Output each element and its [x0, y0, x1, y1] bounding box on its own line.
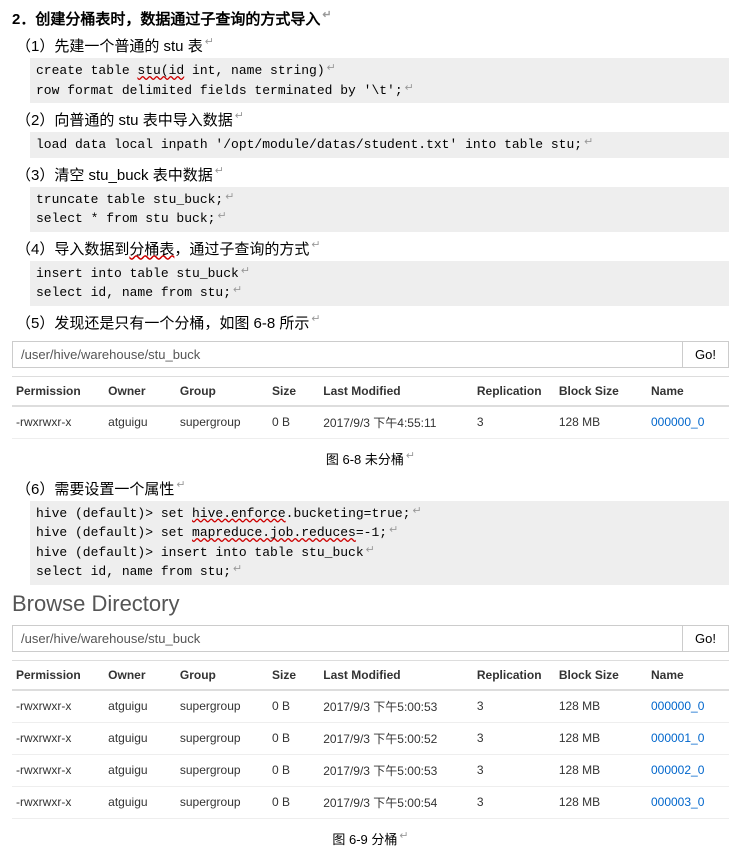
cell-mod: 2017/9/3 下午5:00:52 [319, 722, 473, 754]
cell-rep: 3 [473, 690, 555, 723]
cell-rep: 3 [473, 722, 555, 754]
path-bar-1: Go! [12, 341, 729, 368]
col-last-modified: Last Modified [319, 660, 473, 690]
main-heading: 2．创建分桶表时，数据通过子查询的方式导入↵ [12, 8, 729, 29]
go-button[interactable]: Go! [682, 342, 728, 367]
step-4: （4）导入数据到分桶表，通过子查询的方式↵ [12, 238, 729, 259]
col-permission: Permission [12, 660, 104, 690]
path-input[interactable] [13, 626, 682, 651]
col-name: Name [647, 660, 729, 690]
cell-group: supergroup [176, 722, 268, 754]
col-owner: Owner [104, 660, 176, 690]
cell-owner: atguigu [104, 722, 176, 754]
cell-perm: -rwxrwxr-x [12, 690, 104, 723]
cell-owner: atguigu [104, 690, 176, 723]
cell-bs: 128 MB [555, 754, 647, 786]
col-block-size: Block Size [555, 660, 647, 690]
cell-name: 000003_0 [647, 786, 729, 818]
cell-rep: 3 [473, 786, 555, 818]
col-replication: Replication [473, 660, 555, 690]
step-6: （6）需要设置一个属性↵ [12, 478, 729, 499]
cell-name: 000002_0 [647, 754, 729, 786]
col-group: Group [176, 660, 268, 690]
table-row: -rwxrwxr-xatguigusupergroup0 B2017/9/3 下… [12, 754, 729, 786]
step-1: （1）先建一个普通的 stu 表↵ [12, 35, 729, 56]
table-row: -rwxrwxr-xatguigusupergroup0 B2017/9/3 下… [12, 690, 729, 723]
file-table-2: Permission Owner Group Size Last Modifie… [12, 660, 729, 819]
cell-name: 000001_0 [647, 722, 729, 754]
file-link[interactable]: 000000_0 [651, 699, 704, 713]
cell-mod: 2017/9/3 下午5:00:53 [319, 754, 473, 786]
linebreak-mark: ↵ [322, 9, 331, 21]
cell-group: supergroup [176, 406, 268, 439]
cell-size: 0 B [268, 690, 319, 723]
code-block-1: create table stu(id int, name string)↵ r… [30, 58, 729, 103]
cell-perm: -rwxrwxr-x [12, 786, 104, 818]
col-owner: Owner [104, 376, 176, 406]
code-block-6: hive (default)> set hive.enforce.bucketi… [30, 501, 729, 585]
path-input[interactable] [13, 342, 682, 367]
cell-size: 0 B [268, 754, 319, 786]
col-size: Size [268, 376, 319, 406]
file-link[interactable]: 000000_0 [651, 415, 704, 429]
col-group: Group [176, 376, 268, 406]
path-bar-2: Go! [12, 625, 729, 652]
table-header: Permission Owner Group Size Last Modifie… [12, 376, 729, 406]
cell-bs: 128 MB [555, 406, 647, 439]
cell-mod: 2017/9/3 下午5:00:54 [319, 786, 473, 818]
col-name: Name [647, 376, 729, 406]
code-block-2: load data local inpath '/opt/module/data… [30, 132, 729, 158]
cell-perm: -rwxrwxr-x [12, 406, 104, 439]
cell-owner: atguigu [104, 754, 176, 786]
cell-owner: atguigu [104, 406, 176, 439]
col-block-size: Block Size [555, 376, 647, 406]
cell-name: 000000_0 [647, 406, 729, 439]
step-2: （2）向普通的 stu 表中导入数据↵ [12, 109, 729, 130]
col-size: Size [268, 660, 319, 690]
step-5: （5）发现还是只有一个分桶，如图 6-8 所示↵ [12, 312, 729, 333]
table-row: -rwxrwxr-xatguigusupergroup0 B2017/9/3 下… [12, 786, 729, 818]
code-block-4: insert into table stu_buck↵ select id, n… [30, 261, 729, 306]
browse-directory-heading: Browse Directory [12, 591, 729, 617]
caption-2: 图 6-9 分桶↵ [12, 829, 729, 848]
code-block-3: truncate table stu_buck;↵ select * from … [30, 187, 729, 232]
cell-name: 000000_0 [647, 690, 729, 723]
cell-perm: -rwxrwxr-x [12, 754, 104, 786]
file-link[interactable]: 000003_0 [651, 795, 704, 809]
cell-size: 0 B [268, 722, 319, 754]
table-row: -rwxrwxr-xatguigusupergroup0 B2017/9/3 下… [12, 406, 729, 439]
col-last-modified: Last Modified [319, 376, 473, 406]
step-3: （3）清空 stu_buck 表中数据↵ [12, 164, 729, 185]
cell-size: 0 B [268, 786, 319, 818]
caption-1: 图 6-8 未分桶↵ [12, 449, 729, 468]
cell-bs: 128 MB [555, 690, 647, 723]
cell-owner: atguigu [104, 786, 176, 818]
file-table-1: Permission Owner Group Size Last Modifie… [12, 376, 729, 439]
cell-perm: -rwxrwxr-x [12, 722, 104, 754]
col-permission: Permission [12, 376, 104, 406]
cell-size: 0 B [268, 406, 319, 439]
cell-bs: 128 MB [555, 722, 647, 754]
cell-rep: 3 [473, 754, 555, 786]
table-header: Permission Owner Group Size Last Modifie… [12, 660, 729, 690]
cell-bs: 128 MB [555, 786, 647, 818]
file-link[interactable]: 000001_0 [651, 731, 704, 745]
cell-mod: 2017/9/3 下午5:00:53 [319, 690, 473, 723]
cell-group: supergroup [176, 786, 268, 818]
col-replication: Replication [473, 376, 555, 406]
cell-rep: 3 [473, 406, 555, 439]
table-row: -rwxrwxr-xatguigusupergroup0 B2017/9/3 下… [12, 722, 729, 754]
cell-group: supergroup [176, 690, 268, 723]
cell-group: supergroup [176, 754, 268, 786]
go-button[interactable]: Go! [682, 626, 728, 651]
cell-mod: 2017/9/3 下午4:55:11 [319, 406, 473, 439]
file-link[interactable]: 000002_0 [651, 763, 704, 777]
